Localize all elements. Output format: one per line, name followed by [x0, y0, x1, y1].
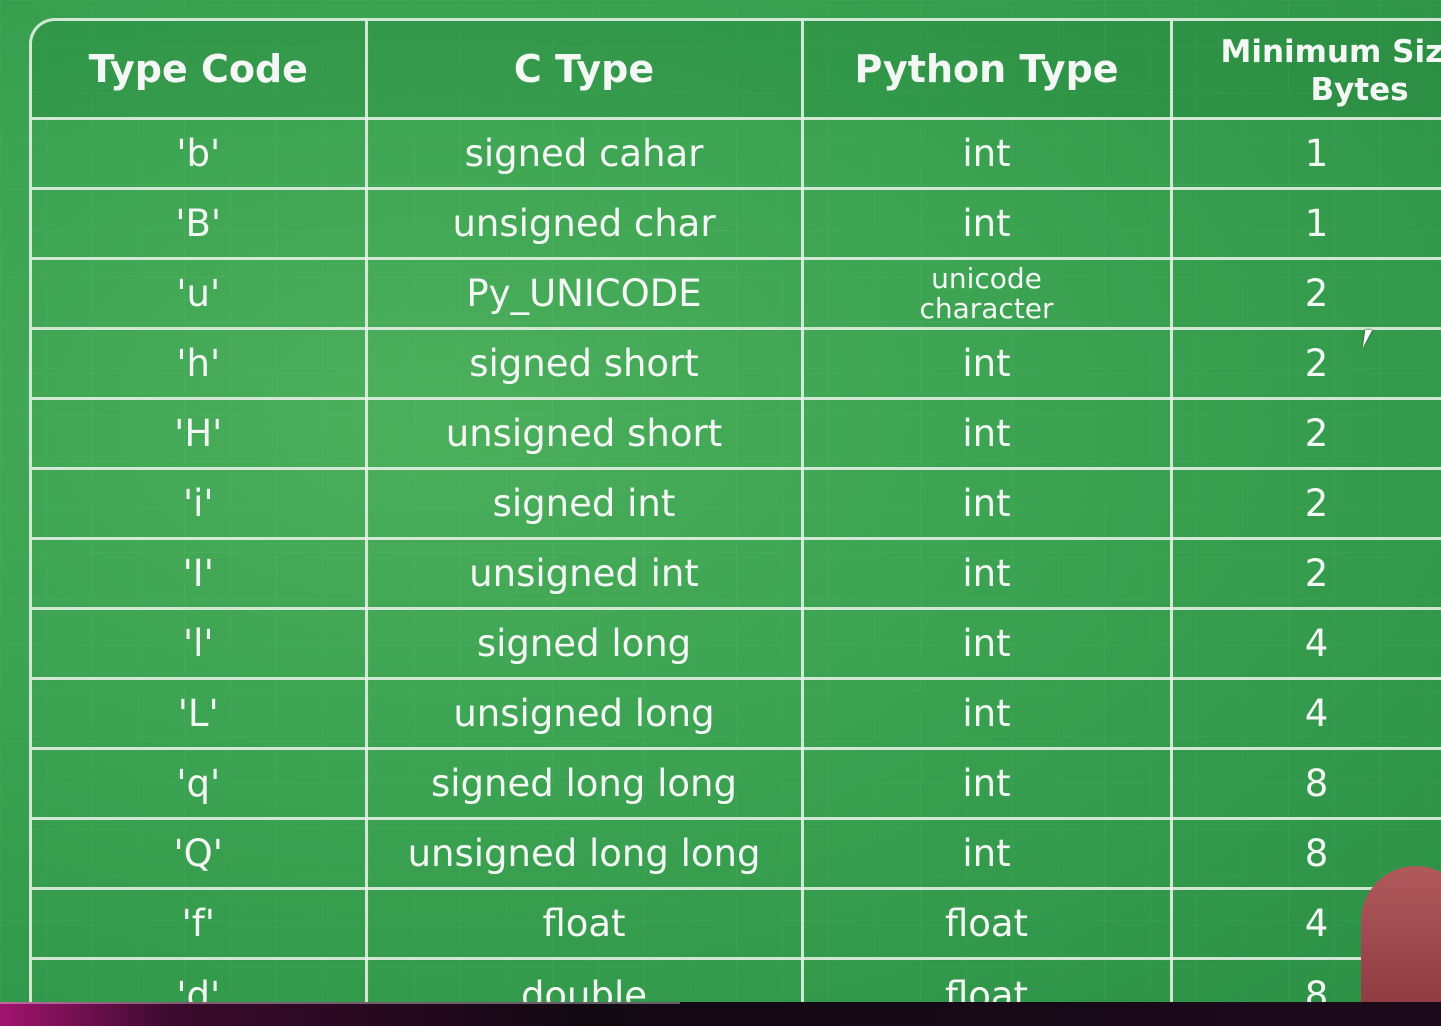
table-row: 'i' signed int int 2 [32, 467, 1441, 540]
cell-c-type: unsigned long [364, 677, 804, 750]
table-row: 'f' float float 4 [32, 887, 1441, 960]
cell-c-type: signed int [364, 467, 804, 540]
cell-c-type: float [364, 887, 804, 960]
table-row: 'b' signed cahar int 1 [32, 117, 1441, 190]
cell-c-type: Py_UNICODE [364, 257, 804, 330]
cell-type-code: 'Q' [32, 817, 368, 890]
cell-min-size: 2 [1169, 397, 1441, 470]
table-row: 'h' signed short int 2 [32, 327, 1441, 400]
table-row: 'B' unsigned char int 1 [32, 187, 1441, 260]
type-code-table: Type Code C Type Python Type Minimum Siz… [32, 21, 1441, 1011]
cell-type-code: 'h' [32, 327, 368, 400]
video-bottom-bar [0, 1002, 1441, 1026]
cell-c-type: unsigned char [364, 187, 804, 260]
cell-c-type: unsigned short [364, 397, 804, 470]
cell-min-size: 2 [1169, 467, 1441, 540]
header-minimum-size: Minimum Size Bytes [1169, 21, 1441, 120]
cell-c-type: unsigned int [364, 537, 804, 610]
header-c-type: C Type [364, 21, 804, 120]
table-header-row: Type Code C Type Python Type Minimum Siz… [32, 21, 1441, 120]
cell-min-size: 1 [1169, 117, 1441, 190]
cell-type-code: 'u' [32, 257, 368, 330]
table-row: 'l' signed long int 4 [32, 607, 1441, 680]
cell-type-code: 'f' [32, 887, 368, 960]
cell-min-size: 4 [1169, 677, 1441, 750]
cell-python-type: unicode character [800, 257, 1173, 330]
cell-c-type: signed short [364, 327, 804, 400]
cell-type-code: 'H' [32, 397, 368, 470]
cell-type-code: 'L' [32, 677, 368, 750]
cell-python-type: int [800, 537, 1173, 610]
cell-type-code: 'l' [32, 607, 368, 680]
cell-python-type: int [800, 397, 1173, 470]
cell-c-type: unsigned long long [364, 817, 804, 890]
cell-python-type: int [800, 327, 1173, 400]
table-row: 'L' unsigned long int 4 [32, 677, 1441, 750]
cell-python-type: int [800, 607, 1173, 680]
table-row: 'u' Py_UNICODE unicode character 2 [32, 257, 1441, 330]
cell-python-type-line2: character [919, 291, 1054, 325]
cell-python-type: float [800, 887, 1173, 960]
cell-python-type: int [800, 747, 1173, 820]
cell-min-size: 2 [1169, 257, 1441, 330]
cell-python-type: int [800, 467, 1173, 540]
cell-type-code: 'i' [32, 467, 368, 540]
presenter-video-overlay [1361, 866, 1441, 1006]
cell-python-type: int [800, 117, 1173, 190]
cell-type-code: 'q' [32, 747, 368, 820]
cell-type-code: 'B' [32, 187, 368, 260]
type-code-table-container: Type Code C Type Python Type Minimum Siz… [29, 18, 1441, 1011]
video-progress-bar[interactable] [0, 1002, 680, 1004]
cell-python-type: int [800, 817, 1173, 890]
cell-c-type: signed long long [364, 747, 804, 820]
cell-type-code: 'I' [32, 537, 368, 610]
cell-c-type: signed cahar [364, 117, 804, 190]
cell-python-type: int [800, 187, 1173, 260]
header-python-type: Python Type [800, 21, 1173, 120]
cell-min-size: 2 [1169, 537, 1441, 610]
header-minimum-size-line2: Bytes [1310, 72, 1409, 108]
table-row: 'q' signed long long int 8 [32, 747, 1441, 820]
header-minimum-size-line1: Minimum Size [1220, 34, 1441, 70]
cell-min-size: 8 [1169, 747, 1441, 820]
table-row: 'H' unsigned short int 2 [32, 397, 1441, 470]
header-type-code: Type Code [32, 21, 368, 120]
cell-min-size: 1 [1169, 187, 1441, 260]
table-row: 'Q' unsigned long long int 8 [32, 817, 1441, 890]
cell-python-type-line1: unicode [931, 261, 1042, 295]
cell-python-type: int [800, 677, 1173, 750]
cell-min-size: 4 [1169, 607, 1441, 680]
cell-type-code: 'b' [32, 117, 368, 190]
table-row: 'I' unsigned int int 2 [32, 537, 1441, 610]
cell-c-type: signed long [364, 607, 804, 680]
video-frame: Type Code C Type Python Type Minimum Siz… [0, 0, 1441, 1026]
cell-min-size: 2 [1169, 327, 1441, 400]
